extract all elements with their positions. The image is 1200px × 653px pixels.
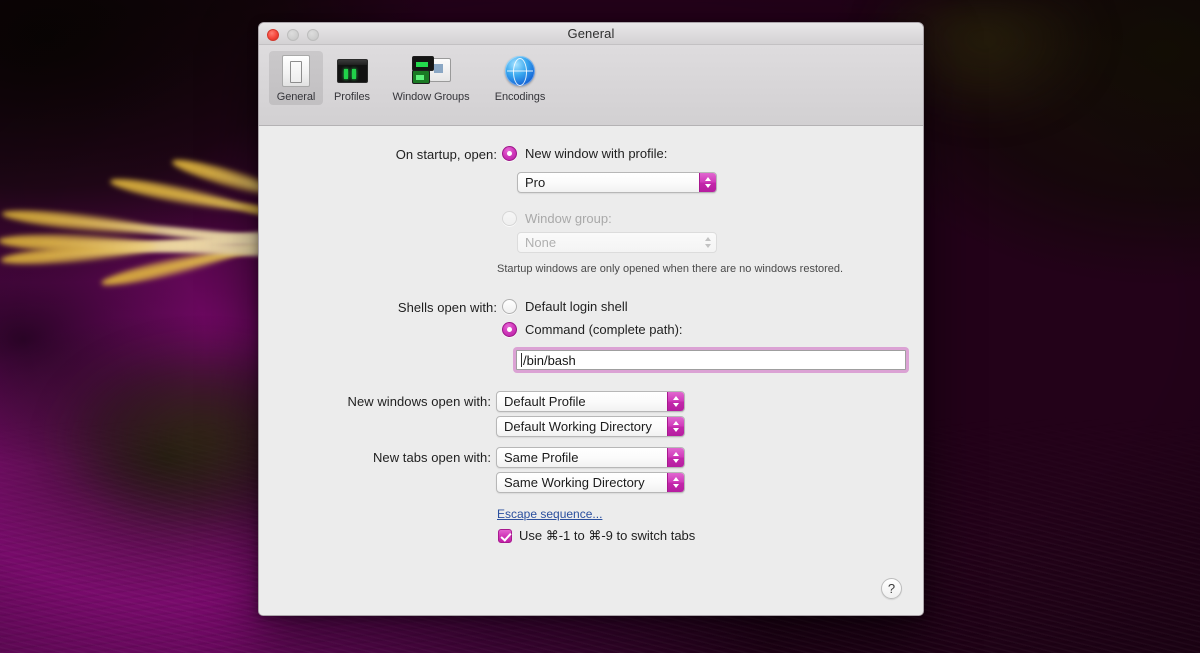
shells-label-row: Shells open with: xyxy=(259,300,497,315)
window-group-value: None xyxy=(525,235,557,250)
general-settings-pane: On startup, open: New window with profil… xyxy=(259,126,923,615)
globe-icon xyxy=(485,54,555,88)
new-tabs-directory-select[interactable]: Same Working Directory xyxy=(496,472,685,493)
new-windows-directory-select[interactable]: Default Working Directory xyxy=(496,416,685,437)
window-groups-icon xyxy=(383,54,479,88)
radio-window-group[interactable] xyxy=(502,211,517,226)
startup-new-window-radio-row[interactable]: New window with profile: xyxy=(502,146,667,161)
radio-new-window-with-profile-label: New window with profile: xyxy=(525,146,668,161)
new-tabs-label-row: New tabs open with: xyxy=(259,450,491,465)
chevron-updown-icon[interactable] xyxy=(667,417,684,436)
window-group-select[interactable]: None xyxy=(517,232,717,253)
command-path-input[interactable]: /bin/bash xyxy=(516,350,906,370)
tab-general[interactable]: General xyxy=(269,51,323,105)
tab-profiles[interactable]: Profiles xyxy=(325,51,379,105)
radio-default-login-shell[interactable] xyxy=(502,299,517,314)
shells-command-radio-row[interactable]: Command (complete path): xyxy=(502,322,683,337)
new-windows-profile-value: Default Profile xyxy=(504,394,586,409)
chevron-updown-icon[interactable] xyxy=(667,392,684,411)
window-titlebar[interactable]: General xyxy=(259,23,923,45)
new-windows-label-row: New windows open with: xyxy=(259,394,491,409)
new-windows-label: New windows open with: xyxy=(347,394,491,409)
preferences-toolbar: General Profiles Window Groups Encodings xyxy=(259,45,923,126)
radio-command-complete-path-label: Command (complete path): xyxy=(525,322,683,337)
tab-encodings-label: Encodings xyxy=(494,91,546,103)
help-question-icon: ? xyxy=(887,581,896,596)
escape-sequence-link[interactable]: Escape sequence... xyxy=(497,507,602,521)
chevron-updown-icon[interactable] xyxy=(667,473,684,492)
radio-new-window-with-profile[interactable] xyxy=(502,146,517,161)
new-tabs-profile-value: Same Profile xyxy=(504,450,579,465)
checkbox-use-cmd-1-9-switch-tabs[interactable] xyxy=(498,529,512,543)
shells-default-login-radio-row[interactable]: Default login shell xyxy=(502,299,628,314)
tab-window-groups-label: Window Groups xyxy=(392,91,470,103)
tab-profiles-label: Profiles xyxy=(334,91,370,103)
new-tabs-directory-value: Same Working Directory xyxy=(504,475,645,490)
window-title: General xyxy=(567,26,615,41)
terminal-preferences-window: General General Profiles Window Groups E… xyxy=(258,22,924,616)
startup-label-row: On startup, open: xyxy=(259,147,497,162)
startup-profile-value: Pro xyxy=(525,175,546,190)
command-path-value: /bin/bash xyxy=(523,352,576,368)
tab-general-label: General xyxy=(276,91,316,103)
startup-label: On startup, open: xyxy=(395,147,497,162)
startup-hint: Startup windows are only opened when the… xyxy=(497,263,844,275)
radio-command-complete-path[interactable] xyxy=(502,322,517,337)
chevron-updown-icon[interactable] xyxy=(699,173,716,192)
startup-hint-row: Startup windows are only opened when the… xyxy=(497,263,843,275)
new-tabs-profile-select[interactable]: Same Profile xyxy=(496,447,685,468)
tab-encodings[interactable]: Encodings xyxy=(483,51,557,105)
general-window-icon xyxy=(271,54,321,88)
command-field-focus-ring: /bin/bash xyxy=(513,347,909,373)
radio-window-group-label: Window group: xyxy=(525,211,612,226)
new-windows-directory-value: Default Working Directory xyxy=(504,419,652,434)
chevron-updown-icon[interactable] xyxy=(699,233,716,252)
radio-default-login-shell-label: Default login shell xyxy=(525,299,628,314)
checkbox-use-cmd-1-9-switch-tabs-label: Use ⌘-1 to ⌘-9 to switch tabs xyxy=(519,528,696,543)
help-button[interactable]: ? xyxy=(881,578,902,599)
text-caret xyxy=(521,353,522,367)
tab-window-groups[interactable]: Window Groups xyxy=(381,51,481,105)
new-tabs-label: New tabs open with: xyxy=(372,450,491,465)
terminal-profile-icon xyxy=(327,54,377,88)
startup-profile-select[interactable]: Pro xyxy=(517,172,717,193)
escape-sequence-row[interactable]: Escape sequence... xyxy=(497,507,602,521)
startup-window-group-radio-row[interactable]: Window group: xyxy=(502,211,612,226)
desktop-background: General General Profiles Window Groups E… xyxy=(0,0,1200,653)
new-windows-profile-select[interactable]: Default Profile xyxy=(496,391,685,412)
switch-tabs-checkbox-row[interactable]: Use ⌘-1 to ⌘-9 to switch tabs xyxy=(498,528,695,544)
chevron-updown-icon[interactable] xyxy=(667,448,684,467)
shells-label: Shells open with: xyxy=(397,300,497,315)
